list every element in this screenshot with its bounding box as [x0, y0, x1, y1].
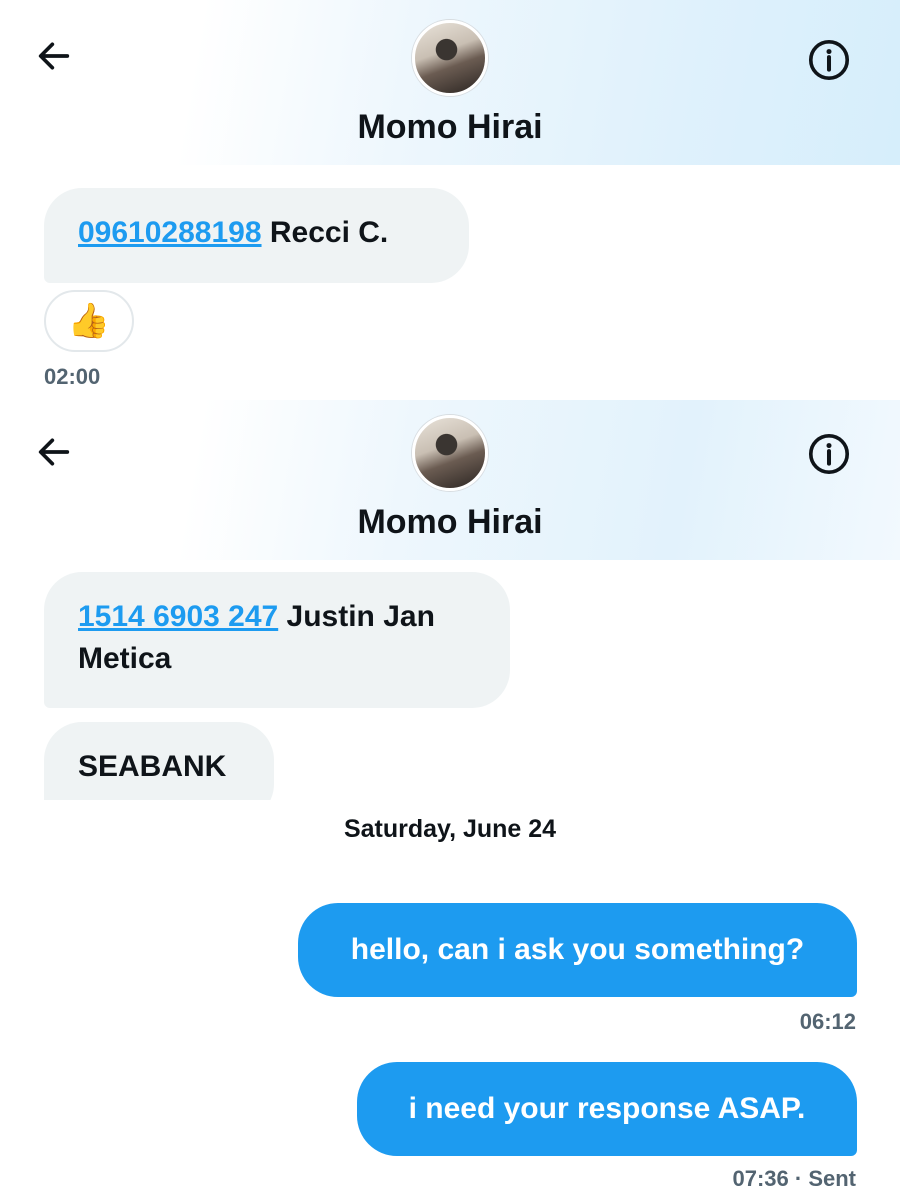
incoming-message[interactable]: 09610288198 Recci C. — [44, 188, 469, 283]
contact-name[interactable]: Momo Hirai — [0, 108, 900, 147]
thumbs-up-icon: 👍 — [67, 302, 111, 340]
contact-name[interactable]: Momo Hirai — [0, 503, 900, 542]
arrow-left-icon — [38, 438, 70, 466]
sent-status: · Sent — [788, 1166, 856, 1191]
outgoing-message[interactable]: i need your response ASAP. — [357, 1062, 857, 1156]
info-button[interactable] — [805, 36, 853, 84]
reaction-badge[interactable]: 👍 — [44, 290, 134, 352]
phone-number-link[interactable]: 09610288198 — [78, 216, 262, 249]
phone-number-link[interactable]: 1514 6903 247 — [78, 600, 278, 633]
arrow-left-icon — [38, 42, 70, 70]
message-status: 07:36 · Sent — [732, 1166, 856, 1192]
back-button[interactable] — [32, 34, 76, 78]
message-text: i need your response ASAP. — [408, 1092, 806, 1125]
avatar[interactable] — [412, 415, 488, 491]
date-separator: Saturday, June 24 — [343, 815, 557, 843]
info-circle-icon — [808, 433, 850, 475]
outgoing-message[interactable]: hello, can i ask you something? — [298, 903, 857, 997]
avatar[interactable] — [412, 20, 488, 96]
message-timestamp: 02:00 — [44, 364, 101, 389]
incoming-message[interactable]: 1514 6903 247 Justin Jan Metica — [44, 572, 510, 708]
message-text: Justin Jan — [278, 600, 435, 633]
message-clip: SEABANK — [0, 722, 900, 800]
info-circle-icon — [808, 39, 850, 81]
message-text: SEABANK — [78, 750, 227, 783]
conversation-header: Momo Hirai — [0, 400, 900, 560]
back-button[interactable] — [32, 430, 76, 474]
info-button[interactable] — [805, 430, 853, 478]
message-timestamp: 06:12 — [799, 1009, 856, 1034]
message-text: Recci C. — [261, 216, 389, 249]
conversation-header: Momo Hirai — [0, 0, 900, 165]
message-text: Metica — [78, 642, 172, 675]
message-text: hello, can i ask you something? — [350, 933, 805, 966]
message-timestamp: 07:36 — [732, 1166, 789, 1191]
incoming-message[interactable]: SEABANK — [44, 722, 274, 800]
